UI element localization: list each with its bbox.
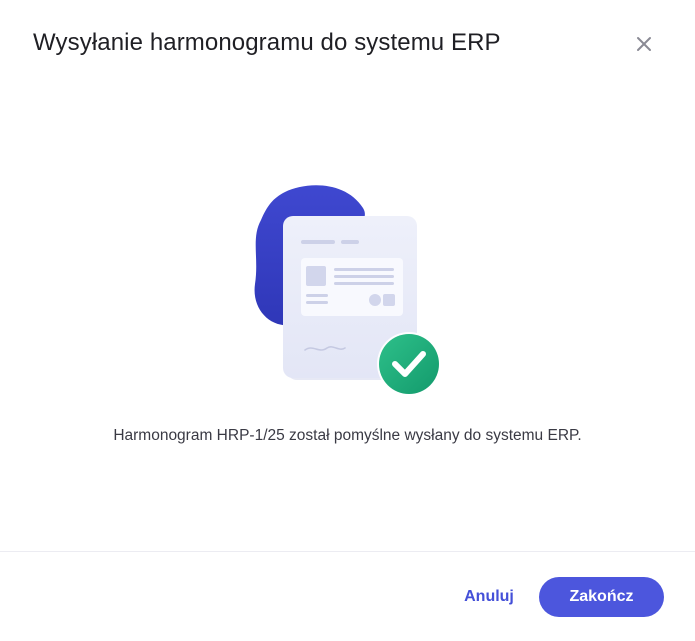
close-icon — [637, 37, 651, 51]
finish-button[interactable]: Zakończ — [539, 577, 664, 617]
success-message: Harmonogram HRP-1/25 został pomyślne wys… — [113, 427, 582, 444]
dialog-title: Wysyłanie harmonogramu do systemu ERP — [33, 29, 501, 56]
dialog-header: Wysyłanie harmonogramu do systemu ERP — [0, 0, 695, 90]
document-success-illustration — [245, 180, 455, 400]
check-icon — [379, 334, 439, 394]
cancel-button[interactable]: Anuluj — [452, 578, 526, 616]
footer-divider — [0, 551, 695, 552]
close-button[interactable] — [630, 30, 658, 58]
dialog: Wysyłanie harmonogramu do systemu ERP Ha… — [0, 0, 695, 641]
